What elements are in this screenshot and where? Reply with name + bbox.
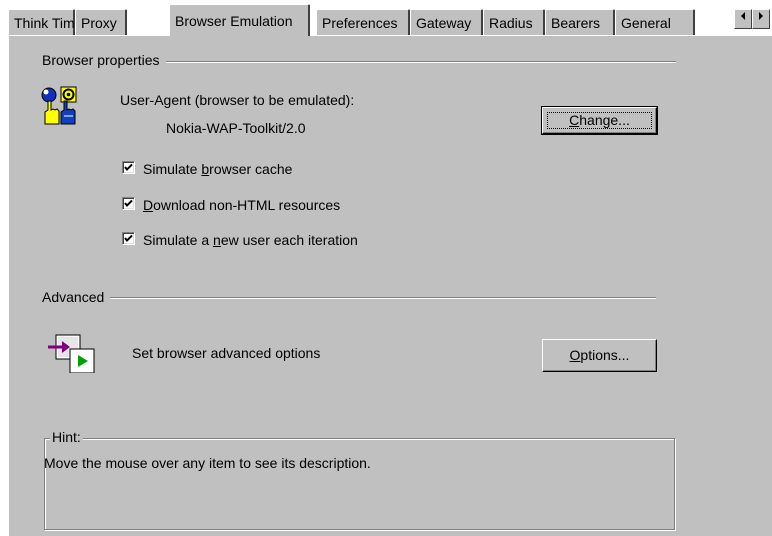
checkmark-icon [124,199,133,207]
user-agent-value: Nokia-WAP-Toolkit/2.0 [166,120,306,136]
change-button[interactable]: Change... [541,106,658,135]
mnemonic: b [201,161,210,177]
user-agent-label: User-Agent (browser to be emulated): [120,92,355,108]
mnemonic: O [569,347,581,363]
tab-gateway[interactable]: Gateway [410,9,483,35]
checkbox-label: Simulate a new user each iteration [143,231,358,249]
mnemonic: D [143,197,154,213]
checkmark-icon [124,163,133,171]
tab-bearers[interactable]: Bearers [545,9,615,35]
mnemonic: n [213,232,221,248]
hint-text: Move the mouse over any item to see its … [44,455,371,471]
label-part: rowser cache [209,161,293,177]
tab-label: Think Time [14,15,83,31]
tab-label: Proxy [81,15,117,31]
checkmark-icon [124,234,133,242]
browser-hands-icon [40,86,96,126]
label-part: ew user each iteration [220,232,358,248]
advanced-separator [46,297,656,299]
tab-label: Radius [489,15,533,31]
browser-properties-group-label: Browser properties [42,52,166,68]
tab-label: Browser Emulation [175,13,293,29]
checkbox-box[interactable] [122,161,135,174]
tab-label: Preferences [322,15,398,31]
scroll-left-icon [739,12,747,24]
tab-think-time[interactable]: Think Time [8,9,82,35]
focus-rectangle [547,112,652,129]
label-part: ownload non-HTML resources [153,197,341,213]
checkbox-label: Simulate browser cache [143,160,292,178]
label-part: Simulate a [143,232,214,248]
options-button-label: Options... [570,347,630,363]
tab-browser-emulation[interactable]: Browser Emulation [169,4,310,36]
tab-label: Bearers [551,15,601,31]
tab-radius[interactable]: Radius [483,9,545,35]
checkbox-box[interactable] [122,197,135,210]
tab-label: General [621,15,671,31]
tab-proxy[interactable]: Proxy [75,9,127,35]
tab-preferences[interactable]: Preferences [316,9,410,35]
checkbox-label: Download non-HTML resources [143,196,340,214]
tab-scroll-left-button[interactable] [734,9,752,29]
advanced-options-icon [48,333,100,374]
hint-label: Hint: [50,429,83,445]
options-button[interactable]: Options... [542,339,657,372]
label-part: ptions... [580,347,630,363]
advanced-group-label: Advanced [42,289,111,305]
tab-label: Gateway [416,15,472,31]
hint-box [44,438,675,530]
advanced-description: Set browser advanced options [132,345,321,361]
label-part: Simulate [143,161,202,177]
tab-general[interactable]: General [615,9,695,35]
scroll-right-icon [757,12,765,24]
checkbox-box[interactable] [122,232,135,245]
tab-scroll-right-button[interactable] [752,9,770,29]
